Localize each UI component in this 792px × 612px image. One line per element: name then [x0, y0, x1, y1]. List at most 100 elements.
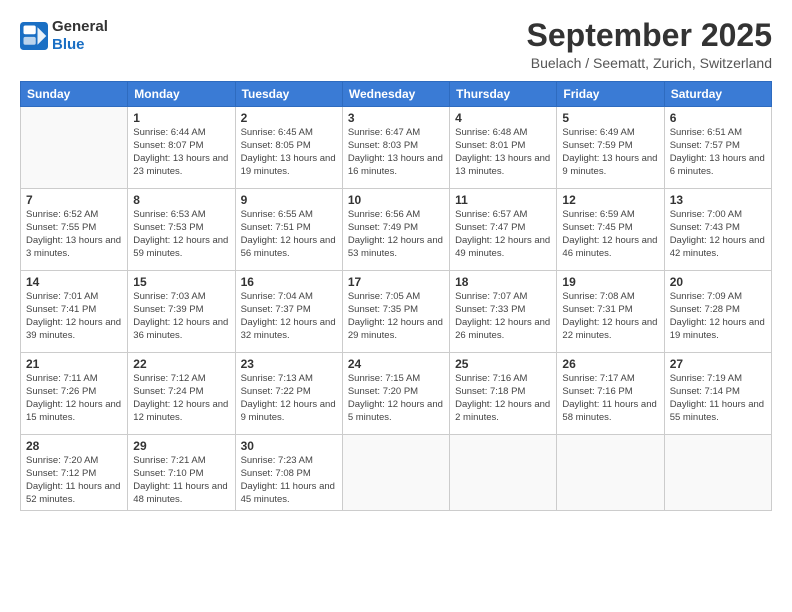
day-number: 26 — [562, 357, 658, 371]
calendar-cell — [664, 435, 771, 511]
day-number: 13 — [670, 193, 766, 207]
day-number: 29 — [133, 439, 229, 453]
day-number: 22 — [133, 357, 229, 371]
day-info: Sunrise: 7:07 AM Sunset: 7:33 PM Dayligh… — [455, 291, 551, 342]
logo-icon — [20, 22, 48, 50]
day-number: 15 — [133, 275, 229, 289]
calendar-cell: 11 Sunrise: 6:57 AM Sunset: 7:47 PM Dayli… — [450, 189, 557, 271]
day-info: Sunrise: 7:01 AM Sunset: 7:41 PM Dayligh… — [26, 291, 122, 342]
day-info: Sunrise: 7:13 AM Sunset: 7:22 PM Dayligh… — [241, 373, 337, 424]
day-info: Sunrise: 7:05 AM Sunset: 7:35 PM Dayligh… — [348, 291, 444, 342]
day-number: 5 — [562, 111, 658, 125]
logo-line2: Blue — [52, 36, 108, 54]
day-number: 21 — [26, 357, 122, 371]
calendar-cell: 28 Sunrise: 7:20 AM Sunset: 7:12 PM Dayli… — [21, 435, 128, 511]
title-block: September 2025 Buelach / Seematt, Zurich… — [527, 18, 772, 71]
header: General Blue September 2025 Buelach / Se… — [20, 18, 772, 71]
day-number: 1 — [133, 111, 229, 125]
day-info: Sunrise: 6:56 AM Sunset: 7:49 PM Dayligh… — [348, 209, 444, 260]
calendar-cell — [450, 435, 557, 511]
day-info: Sunrise: 7:11 AM Sunset: 7:26 PM Dayligh… — [26, 373, 122, 424]
calendar-cell — [21, 107, 128, 189]
day-info: Sunrise: 6:47 AM Sunset: 8:03 PM Dayligh… — [348, 127, 444, 178]
calendar-cell — [557, 435, 664, 511]
calendar-cell: 10 Sunrise: 6:56 AM Sunset: 7:49 PM Dayli… — [342, 189, 449, 271]
calendar-cell: 14Sunrise: 7:01 AM Sunset: 7:41 PM Dayli… — [21, 271, 128, 353]
day-info: Sunrise: 6:55 AM Sunset: 7:51 PM Dayligh… — [241, 209, 337, 260]
day-info: Sunrise: 7:15 AM Sunset: 7:20 PM Dayligh… — [348, 373, 444, 424]
day-info: Sunrise: 7:16 AM Sunset: 7:18 PM Dayligh… — [455, 373, 551, 424]
day-number: 4 — [455, 111, 551, 125]
day-info: Sunrise: 7:08 AM Sunset: 7:31 PM Dayligh… — [562, 291, 658, 342]
calendar-cell: 19 Sunrise: 7:08 AM Sunset: 7:31 PM Dayli… — [557, 271, 664, 353]
calendar-cell: 8Sunrise: 6:53 AM Sunset: 7:53 PM Daylig… — [128, 189, 235, 271]
day-info: Sunrise: 7:00 AM Sunset: 7:43 PM Dayligh… — [670, 209, 766, 260]
calendar-cell: 25 Sunrise: 7:16 AM Sunset: 7:18 PM Dayli… — [450, 353, 557, 435]
calendar-cell: 1 Sunrise: 6:44 AM Sunset: 8:07 PM Daylig… — [128, 107, 235, 189]
weekday-header-saturday: Saturday — [664, 82, 771, 107]
day-info: Sunrise: 7:17 AM Sunset: 7:16 PM Dayligh… — [562, 373, 658, 424]
logo-line1: General — [52, 18, 108, 36]
day-number: 18 — [455, 275, 551, 289]
day-number: 19 — [562, 275, 658, 289]
day-info: Sunrise: 7:20 AM Sunset: 7:12 PM Dayligh… — [26, 455, 122, 506]
calendar-cell: 29 Sunrise: 7:21 AM Sunset: 7:10 PM Dayli… — [128, 435, 235, 511]
logo: General Blue — [20, 18, 108, 54]
calendar-cell — [342, 435, 449, 511]
calendar-cell: 27 Sunrise: 7:19 AM Sunset: 7:14 PM Dayli… — [664, 353, 771, 435]
calendar-week-1: 7 Sunrise: 6:52 AM Sunset: 7:55 PM Daylig… — [21, 189, 772, 271]
calendar-cell: 30Sunrise: 7:23 AM Sunset: 7:08 PM Dayli… — [235, 435, 342, 511]
calendar-cell: 7 Sunrise: 6:52 AM Sunset: 7:55 PM Daylig… — [21, 189, 128, 271]
calendar-week-3: 21 Sunrise: 7:11 AM Sunset: 7:26 PM Dayli… — [21, 353, 772, 435]
day-number: 6 — [670, 111, 766, 125]
calendar-cell: 9Sunrise: 6:55 AM Sunset: 7:51 PM Daylig… — [235, 189, 342, 271]
calendar-cell: 4 Sunrise: 6:48 AM Sunset: 8:01 PM Daylig… — [450, 107, 557, 189]
day-info: Sunrise: 7:03 AM Sunset: 7:39 PM Dayligh… — [133, 291, 229, 342]
calendar-cell: 15 Sunrise: 7:03 AM Sunset: 7:39 PM Dayli… — [128, 271, 235, 353]
calendar-cell: 18 Sunrise: 7:07 AM Sunset: 7:33 PM Dayli… — [450, 271, 557, 353]
calendar-week-0: 1 Sunrise: 6:44 AM Sunset: 8:07 PM Daylig… — [21, 107, 772, 189]
weekday-header-row: SundayMondayTuesdayWednesdayThursdayFrid… — [21, 82, 772, 107]
weekday-header-tuesday: Tuesday — [235, 82, 342, 107]
day-number: 20 — [670, 275, 766, 289]
day-number: 8 — [133, 193, 229, 207]
month-title: September 2025 — [527, 18, 772, 53]
day-number: 17 — [348, 275, 444, 289]
calendar-cell: 5 Sunrise: 6:49 AM Sunset: 7:59 PM Daylig… — [557, 107, 664, 189]
day-info: Sunrise: 7:12 AM Sunset: 7:24 PM Dayligh… — [133, 373, 229, 424]
calendar-cell: 23 Sunrise: 7:13 AM Sunset: 7:22 PM Dayli… — [235, 353, 342, 435]
weekday-header-sunday: Sunday — [21, 82, 128, 107]
weekday-header-friday: Friday — [557, 82, 664, 107]
day-info: Sunrise: 6:44 AM Sunset: 8:07 PM Dayligh… — [133, 127, 229, 178]
day-number: 23 — [241, 357, 337, 371]
subtitle: Buelach / Seematt, Zurich, Switzerland — [527, 55, 772, 71]
calendar-week-4: 28 Sunrise: 7:20 AM Sunset: 7:12 PM Dayli… — [21, 435, 772, 511]
day-info: Sunrise: 6:49 AM Sunset: 7:59 PM Dayligh… — [562, 127, 658, 178]
day-info: Sunrise: 7:19 AM Sunset: 7:14 PM Dayligh… — [670, 373, 766, 424]
day-info: Sunrise: 6:51 AM Sunset: 7:57 PM Dayligh… — [670, 127, 766, 178]
day-number: 24 — [348, 357, 444, 371]
calendar-cell: 20Sunrise: 7:09 AM Sunset: 7:28 PM Dayli… — [664, 271, 771, 353]
day-number: 11 — [455, 193, 551, 207]
calendar-cell: 26 Sunrise: 7:17 AM Sunset: 7:16 PM Dayli… — [557, 353, 664, 435]
day-info: Sunrise: 6:57 AM Sunset: 7:47 PM Dayligh… — [455, 209, 551, 260]
calendar-cell: 6 Sunrise: 6:51 AM Sunset: 7:57 PM Daylig… — [664, 107, 771, 189]
day-number: 12 — [562, 193, 658, 207]
day-number: 27 — [670, 357, 766, 371]
day-info: Sunrise: 7:04 AM Sunset: 7:37 PM Dayligh… — [241, 291, 337, 342]
calendar-cell: 3Sunrise: 6:47 AM Sunset: 8:03 PM Daylig… — [342, 107, 449, 189]
calendar-cell: 16 Sunrise: 7:04 AM Sunset: 7:37 PM Dayli… — [235, 271, 342, 353]
day-info: Sunrise: 6:48 AM Sunset: 8:01 PM Dayligh… — [455, 127, 551, 178]
calendar-table: SundayMondayTuesdayWednesdayThursdayFrid… — [20, 81, 772, 511]
weekday-header-wednesday: Wednesday — [342, 82, 449, 107]
day-info: Sunrise: 6:52 AM Sunset: 7:55 PM Dayligh… — [26, 209, 122, 260]
day-number: 30 — [241, 439, 337, 453]
day-info: Sunrise: 7:21 AM Sunset: 7:10 PM Dayligh… — [133, 455, 229, 506]
weekday-header-monday: Monday — [128, 82, 235, 107]
day-number: 16 — [241, 275, 337, 289]
day-number: 7 — [26, 193, 122, 207]
day-number: 2 — [241, 111, 337, 125]
day-number: 28 — [26, 439, 122, 453]
day-number: 10 — [348, 193, 444, 207]
day-number: 25 — [455, 357, 551, 371]
